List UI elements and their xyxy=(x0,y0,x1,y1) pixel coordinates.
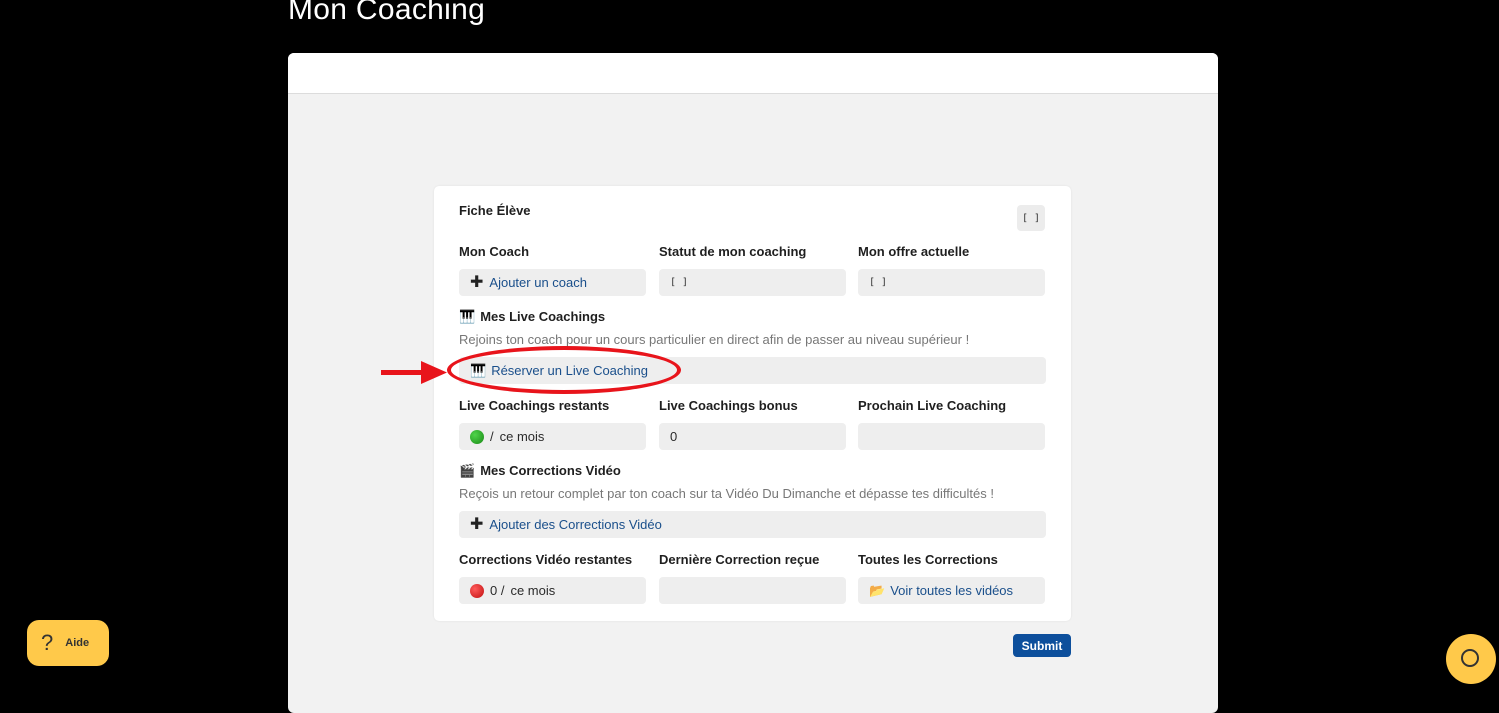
card-corner-button[interactable]: [ ] xyxy=(1017,205,1045,231)
live-remaining-suffix: ce mois xyxy=(499,429,545,444)
next-live-field xyxy=(858,423,1045,450)
live-description: Rejoins ton coach pour un cours particul… xyxy=(459,332,970,347)
status-field: [ ] xyxy=(659,269,846,296)
plus-icon: ✚ xyxy=(470,273,484,291)
red-circle-icon xyxy=(470,583,484,598)
status-value: [ ] xyxy=(670,277,689,288)
main-card-header xyxy=(288,53,1218,94)
student-card: Fiche Élève [ ] Mon Coach Statut de mon … xyxy=(434,186,1071,621)
add-video-corrections-button[interactable]: ✚ Ajouter des Corrections Vidéo xyxy=(459,511,1046,538)
video-description: Reçois un retour complet par ton coach s… xyxy=(459,486,994,501)
offer-field: [ ] xyxy=(858,269,1045,296)
next-live-label: Prochain Live Coaching xyxy=(858,398,1007,413)
annotation-ellipse xyxy=(447,346,681,394)
add-video-corrections-label: Ajouter des Corrections Vidéo xyxy=(489,517,662,532)
green-circle-icon xyxy=(470,429,484,444)
page-title: Mon Coaching xyxy=(288,0,486,26)
submit-button[interactable]: Submit xyxy=(1013,634,1071,657)
live-bonus-field: 0 xyxy=(659,423,846,450)
question-icon: ? xyxy=(41,630,54,655)
last-correction-field xyxy=(659,577,846,604)
status-label: Statut de mon coaching xyxy=(659,244,807,259)
coach-label: Mon Coach xyxy=(459,244,530,259)
video-remaining-suffix: ce mois xyxy=(510,583,556,598)
annotation-arrow-icon xyxy=(381,361,447,384)
last-correction-label: Dernière Correction reçue xyxy=(659,552,820,567)
live-bonus-value: 0 xyxy=(670,429,678,444)
add-coach-label: Ajouter un coach xyxy=(489,275,587,290)
video-remaining-label: Corrections Vidéo restantes xyxy=(459,552,633,567)
video-title-text: Mes Corrections Vidéo xyxy=(480,463,621,478)
video-remaining-field: 0 / ce mois xyxy=(459,577,646,604)
clapper-icon: 🎬 xyxy=(459,463,476,478)
video-remaining-count: 0 / xyxy=(490,583,505,598)
view-all-videos-button[interactable]: 📂 Voir toutes les vidéos xyxy=(858,577,1045,604)
live-section-title: 🎹 Mes Live Coachings xyxy=(459,309,605,325)
video-section-title: 🎬 Mes Corrections Vidéo xyxy=(459,463,621,479)
live-remaining-slash: / xyxy=(490,429,494,444)
all-corrections-label: Toutes les Corrections xyxy=(858,552,998,567)
offer-label: Mon offre actuelle xyxy=(858,244,970,259)
chat-launcher-button[interactable] xyxy=(1446,634,1496,684)
add-coach-button[interactable]: ✚ Ajouter un coach xyxy=(459,269,646,296)
chat-icon xyxy=(1461,649,1479,667)
live-remaining-field: / ce mois xyxy=(459,423,646,450)
live-title-text: Mes Live Coachings xyxy=(480,309,606,324)
live-remaining-label: Live Coachings restants xyxy=(459,398,610,413)
student-card-title: Fiche Élève xyxy=(459,203,531,218)
view-all-videos-label: Voir toutes les vidéos xyxy=(890,583,1014,598)
piano-icon: 🎹 xyxy=(459,309,476,324)
help-label: Aide xyxy=(65,637,90,649)
offer-value: [ ] xyxy=(869,277,888,288)
folder-icon: 📂 xyxy=(869,582,886,598)
help-button[interactable]: ? Aide xyxy=(27,620,109,666)
live-bonus-label: Live Coachings bonus xyxy=(659,398,798,413)
plus-icon: ✚ xyxy=(470,515,484,533)
